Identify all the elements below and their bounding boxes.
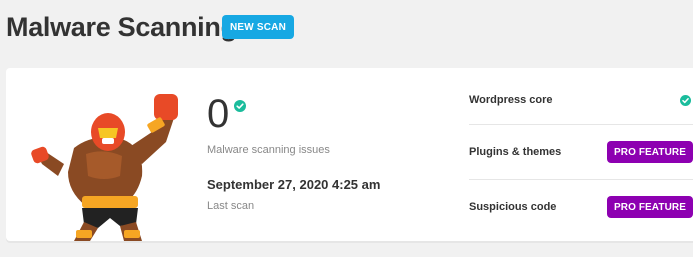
scan-checks-list: Wordpress core Plugins & themes PRO FEAT… [469, 68, 693, 241]
page-title: Malware Scanning [6, 12, 237, 42]
pro-feature-button[interactable]: PRO FEATURE [607, 141, 693, 163]
check-row-label: Wordpress core [469, 94, 553, 106]
check-row-label: Plugins & themes [469, 146, 562, 158]
pro-feature-button[interactable]: PRO FEATURE [607, 196, 693, 218]
check-row-wordpress-core: Wordpress core [469, 72, 693, 128]
malware-issue-label: Malware scanning issues [207, 144, 330, 156]
superhero-mascot-illustration [31, 94, 178, 241]
scan-summary-card: 0 Malware scanning issues September 27, … [6, 68, 693, 241]
new-scan-button[interactable]: NEW SCAN [222, 15, 294, 39]
check-circle-icon [680, 94, 691, 106]
check-row-plugins-themes: Plugins & themes PRO FEATURE [469, 124, 693, 179]
malware-issue-count: 0 [207, 92, 230, 136]
check-row-suspicious-code: Suspicious code PRO FEATURE [469, 179, 693, 234]
last-scan-label: Last scan [207, 200, 255, 212]
check-circle-icon [234, 100, 246, 112]
check-row-label: Suspicious code [469, 201, 557, 213]
last-scan-date: September 27, 2020 4:25 am [207, 177, 381, 192]
